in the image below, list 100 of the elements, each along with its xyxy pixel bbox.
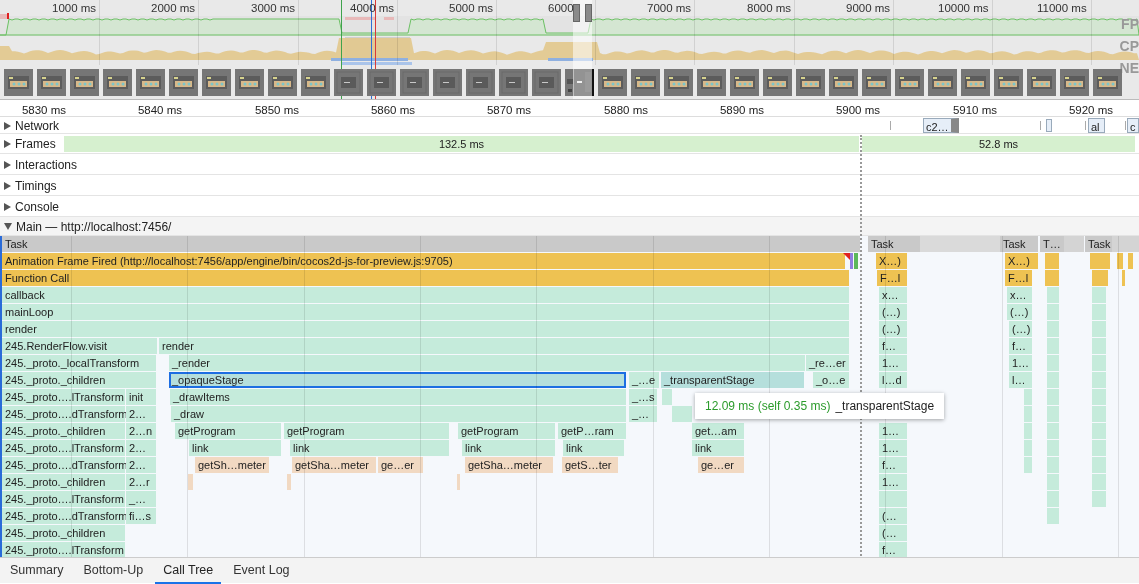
flame-block[interactable] <box>1092 338 1106 354</box>
flame-block[interactable]: (…) <box>1007 304 1032 320</box>
flame-block[interactable] <box>1024 423 1032 439</box>
flame-block[interactable]: 245._proto….dTransform <box>2 406 125 422</box>
flame-block[interactable] <box>1047 457 1059 473</box>
flame-block[interactable] <box>1047 287 1059 303</box>
flame-block[interactable]: 1… <box>879 423 907 439</box>
flame-block[interactable]: 245._proto._children <box>2 423 125 439</box>
flame-block[interactable] <box>1024 389 1032 405</box>
flame-block[interactable]: F…l <box>877 270 907 286</box>
frame-bar[interactable]: 132.5 ms <box>64 136 859 152</box>
flame-block[interactable] <box>1047 406 1059 422</box>
flame-block[interactable] <box>1092 304 1106 320</box>
flame-block[interactable]: _draw <box>171 406 626 422</box>
flame-block[interactable]: mainLoop <box>2 304 849 320</box>
flame-block[interactable]: l…d <box>879 372 907 388</box>
flame-block[interactable]: 245._proto….lTransform <box>2 389 125 405</box>
flame-block[interactable]: 1… <box>879 474 907 490</box>
flame-block[interactable] <box>1128 253 1133 269</box>
flame-block[interactable]: 2… <box>126 406 156 422</box>
track-label[interactable]: Frames <box>15 135 56 153</box>
expand-triangle-icon[interactable] <box>4 202 11 211</box>
flame-block[interactable] <box>1024 406 1032 422</box>
flame-block[interactable]: 245._proto._localTransform <box>2 355 156 371</box>
network-request[interactable]: c2… <box>923 118 959 133</box>
flame-block[interactable]: f… <box>879 457 907 473</box>
flame-block[interactable]: ge…er <box>698 457 744 473</box>
flame-block[interactable]: Task <box>2 236 860 252</box>
flame-block[interactable] <box>672 406 692 422</box>
flame-block[interactable] <box>457 474 460 490</box>
flame-block[interactable] <box>1047 338 1059 354</box>
flame-block[interactable]: getSha…meter <box>292 457 376 473</box>
flame-block[interactable]: 245._proto._children <box>2 372 156 388</box>
flame-block[interactable]: callback <box>2 287 849 303</box>
flame-block[interactable] <box>1045 270 1059 286</box>
track-label[interactable]: Timings <box>15 176 57 195</box>
flame-block[interactable]: 245._proto._children <box>2 474 125 490</box>
flame-block[interactable]: getProgram <box>458 423 555 439</box>
flame-block[interactable]: 245._proto._children <box>2 525 125 541</box>
track-label[interactable]: Console <box>15 197 60 216</box>
flame-block[interactable]: _drawItems <box>170 389 626 405</box>
tab[interactable]: Call Tree <box>155 558 222 584</box>
flame-block[interactable] <box>920 236 1000 252</box>
flame-block[interactable]: link <box>563 440 624 456</box>
track-label[interactable]: Network <box>15 116 59 135</box>
flame-block[interactable]: link <box>462 440 555 456</box>
flame-block[interactable] <box>854 253 858 269</box>
network-request[interactable]: c <box>1127 118 1139 133</box>
flame-block[interactable]: _o…e <box>813 372 849 388</box>
flame-block[interactable] <box>1122 270 1125 286</box>
flame-block[interactable] <box>1112 236 1139 252</box>
flame-block[interactable] <box>879 491 907 507</box>
flame-block[interactable] <box>1090 253 1110 269</box>
flame-block[interactable]: ge…er <box>378 457 423 473</box>
flame-block[interactable]: F…l <box>1005 270 1032 286</box>
flame-block[interactable] <box>1047 440 1059 456</box>
flame-block[interactable]: Task <box>1085 236 1112 252</box>
flame-block[interactable]: 2…n <box>126 423 156 439</box>
flame-block[interactable] <box>662 389 672 405</box>
flame-block[interactable]: render <box>2 321 849 337</box>
flame-block[interactable] <box>1092 474 1106 490</box>
flame-block[interactable] <box>1092 440 1106 456</box>
flame-block[interactable] <box>1047 508 1059 524</box>
flame-block[interactable] <box>1024 440 1032 456</box>
flame-block[interactable]: fi…s <box>126 508 156 524</box>
flame-block[interactable]: _re…er <box>806 355 849 371</box>
flame-block[interactable]: 245._proto….dTransform <box>2 457 125 473</box>
flame-block[interactable]: getS…ter <box>562 457 618 473</box>
flame-block[interactable] <box>1047 372 1059 388</box>
flame-block[interactable]: Task <box>868 236 920 252</box>
frame-bar[interactable]: 52.8 ms <box>862 136 1135 152</box>
track-label[interactable]: Main — http://localhost:7456/ <box>16 217 172 236</box>
flame-block[interactable] <box>1092 372 1106 388</box>
range-handle[interactable] <box>573 4 580 22</box>
flame-block[interactable]: X…) <box>876 253 907 269</box>
flame-block[interactable] <box>1047 474 1059 490</box>
flame-block[interactable]: 245._proto….lTransform <box>2 491 125 507</box>
flame-block[interactable] <box>1047 423 1059 439</box>
expand-triangle-icon[interactable] <box>4 181 11 190</box>
flame-block[interactable]: link <box>692 440 744 456</box>
flame-block[interactable] <box>1047 355 1059 371</box>
flame-block[interactable]: (… <box>879 508 907 524</box>
flame-block[interactable] <box>850 253 853 269</box>
flame-block[interactable] <box>1092 287 1106 303</box>
flame-block[interactable]: 245._proto….lTransform <box>2 440 125 456</box>
flame-block[interactable]: 2…r <box>126 474 156 490</box>
flame-block[interactable]: _opaqueStage <box>169 372 626 388</box>
flame-block[interactable]: init <box>126 389 156 405</box>
flame-block[interactable]: get…am <box>692 423 744 439</box>
flame-block[interactable] <box>1092 457 1106 473</box>
flame-block[interactable]: link <box>290 440 449 456</box>
flame-block[interactable]: getProgram <box>284 423 449 439</box>
flame-block[interactable] <box>1092 321 1106 337</box>
flame-block[interactable]: getSha…meter <box>465 457 553 473</box>
flame-block[interactable] <box>1047 389 1059 405</box>
flame-block[interactable]: X…) <box>1005 253 1038 269</box>
flame-block[interactable] <box>1047 304 1059 320</box>
flame-block[interactable] <box>1047 321 1059 337</box>
network-request[interactable] <box>1046 119 1052 132</box>
flame-block[interactable]: getSh…meter <box>195 457 269 473</box>
